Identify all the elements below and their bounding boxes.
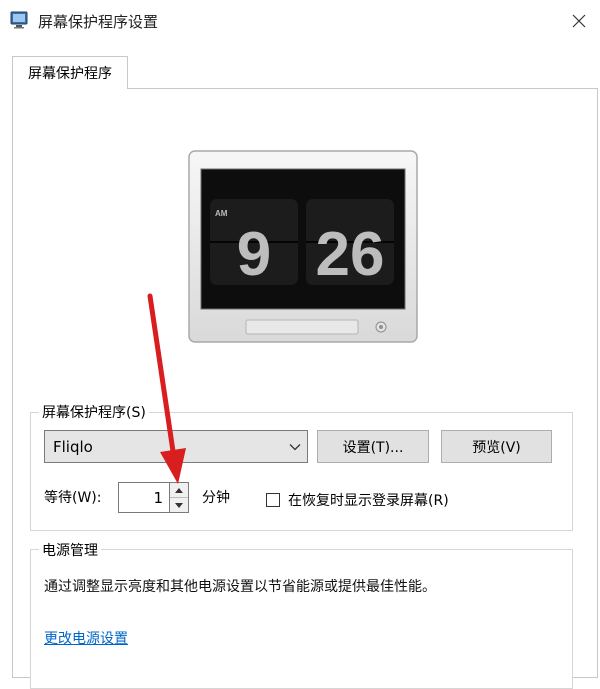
spin-down-button[interactable]	[170, 498, 188, 513]
window-title: 屏幕保护程序设置	[38, 13, 159, 31]
close-button[interactable]	[566, 8, 592, 34]
clock-hour: 9	[237, 220, 271, 289]
wait-minutes-spinner	[170, 482, 189, 513]
clock-minute: 26	[316, 220, 385, 289]
power-management-group	[30, 549, 573, 689]
tab-screen-saver[interactable]: 屏幕保护程序	[12, 56, 128, 89]
screen-saver-select-value: Fliqlo	[53, 437, 93, 456]
settings-button[interactable]: 设置(T)...	[317, 430, 429, 463]
chevron-down-icon	[289, 444, 301, 451]
power-description: 通过调整显示亮度和其他电源设置以节省能源或提供最佳性能。	[44, 579, 436, 595]
clock-ampm: AM	[215, 209, 228, 218]
wait-label: 等待(W):	[44, 490, 102, 506]
resume-login-checkbox[interactable]	[266, 493, 280, 507]
caret-up-icon	[175, 488, 183, 493]
title-bar: 屏幕保护程序设置	[0, 0, 600, 42]
screen-saver-preview-monitor: AM 9 26	[188, 150, 418, 343]
preview-button[interactable]: 预览(V)	[441, 430, 552, 463]
wait-minutes-input[interactable]: 1	[118, 482, 170, 513]
wait-unit-label: 分钟	[202, 490, 230, 506]
screen-saver-select[interactable]: Fliqlo	[44, 430, 308, 463]
caret-down-icon	[175, 502, 183, 508]
power-management-group-legend: 电源管理	[39, 540, 101, 560]
screen-saver-group-legend: 屏幕保护程序(S)	[39, 402, 149, 422]
screen-saver-app-icon	[10, 11, 28, 29]
resume-login-checkbox-label[interactable]: 在恢复时显示登录屏幕(R)	[288, 490, 449, 510]
tab-label: 屏幕保护程序	[28, 66, 112, 82]
close-icon	[572, 14, 586, 28]
screen-saver-settings-dialog: 屏幕保护程序设置 屏幕保护程序 AM 9 26 屏幕保护程序(S) Fliqlo…	[0, 0, 600, 689]
spin-up-button[interactable]	[170, 483, 188, 498]
change-power-settings-link[interactable]: 更改电源设置	[44, 628, 128, 648]
